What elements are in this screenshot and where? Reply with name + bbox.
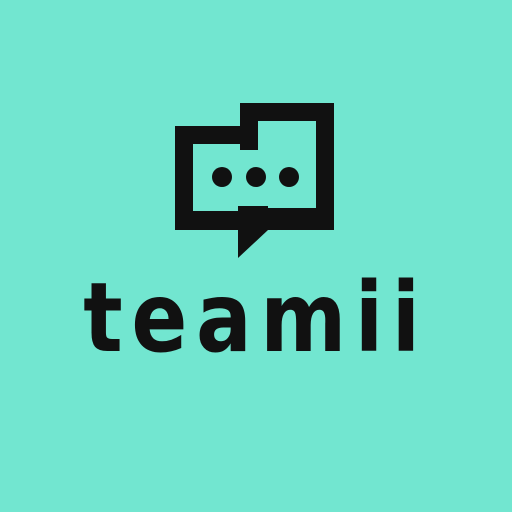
brand-wordmark: teamii bbox=[83, 262, 429, 374]
app-icon: { "brand": { "name": "teamii" }, "icon":… bbox=[0, 0, 512, 512]
typing-dot-2 bbox=[246, 167, 266, 187]
chat-bubble-icon bbox=[175, 103, 334, 258]
typing-dot-1 bbox=[212, 167, 232, 187]
bubble-tail bbox=[238, 206, 268, 258]
typing-dot-3 bbox=[279, 167, 299, 187]
